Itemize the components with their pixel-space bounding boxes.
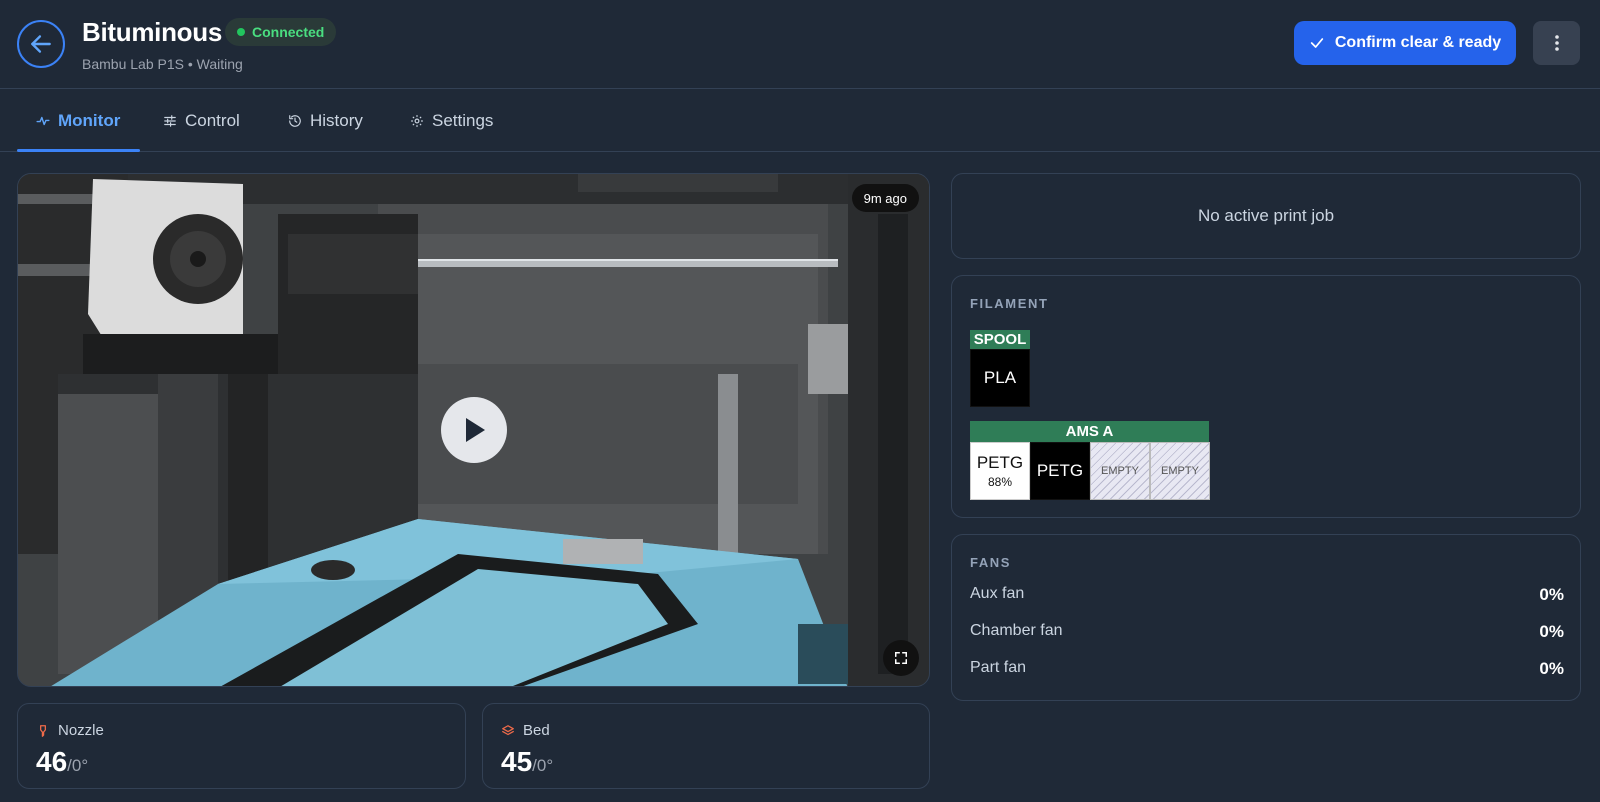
more-vertical-icon: [1554, 35, 1559, 51]
sliders-icon: [164, 114, 176, 127]
fan-label: Aux fan: [970, 585, 1025, 602]
confirm-button-label: Confirm clear & ready: [1334, 34, 1502, 51]
bed-temp-card: Bed 45/0°: [482, 703, 930, 789]
ams-slot-3-material: EMPTY: [1101, 465, 1139, 477]
fan-row-chamber: Chamber fan 0%: [970, 622, 1564, 642]
fans-section-title: FANS: [970, 555, 1012, 570]
ams-slot-2[interactable]: PETG: [1030, 442, 1090, 500]
fullscreen-button[interactable]: [883, 640, 919, 676]
fan-value: 0%: [1539, 659, 1564, 678]
spool-material: PLA: [983, 368, 1017, 387]
status-badge: Connected: [225, 18, 337, 46]
tab-settings[interactable]: Settings: [410, 89, 493, 152]
tab-bar: Monitor Control History Settings: [0, 89, 1600, 152]
nozzle-label-text: Nozzle: [58, 722, 104, 739]
ams-slot-4[interactable]: EMPTY: [1150, 442, 1210, 500]
tab-monitor[interactable]: Monitor: [36, 89, 120, 152]
nozzle-label: Nozzle: [36, 722, 104, 739]
spool-header: SPOOL: [970, 330, 1030, 349]
tab-history-label: History: [310, 110, 363, 130]
nozzle-target: /0°: [67, 756, 89, 775]
play-button[interactable]: [441, 397, 507, 463]
filament-section-title: FILAMENT: [970, 296, 1049, 311]
page-header: Bituminous Connected Bambu Lab P1S • Wai…: [0, 0, 1600, 89]
active-tab-indicator: [17, 149, 140, 152]
ams-header: AMS A: [970, 421, 1209, 442]
bed-temp-value: 45/0°: [501, 746, 553, 778]
bed-label-text: Bed: [523, 722, 550, 739]
bed-current: 45: [501, 746, 533, 777]
confirm-clear-ready-button[interactable]: Confirm clear & ready: [1294, 21, 1516, 65]
nozzle-icon: [40, 724, 46, 737]
fullscreen-icon: [894, 651, 908, 665]
last-updated-badge: 9m ago: [851, 184, 919, 212]
fan-label: Chamber fan: [970, 622, 1063, 639]
tab-control[interactable]: Control: [163, 89, 240, 152]
nozzle-temp-value: 46/0°: [36, 746, 88, 778]
activity-icon: [36, 116, 50, 125]
filament-panel: FILAMENT SPOOL PLA AMS A PETG 88% PETG E…: [951, 275, 1581, 518]
ams-slot-1[interactable]: PETG 88%: [970, 442, 1030, 500]
print-job-panel: No active print job: [951, 173, 1581, 259]
ams-slot-1-material: PETG: [976, 453, 1024, 472]
status-badge-label: Connected: [252, 24, 325, 40]
tab-settings-label: Settings: [432, 110, 494, 130]
more-options-button[interactable]: [1533, 21, 1580, 65]
ams-slot-3[interactable]: EMPTY: [1090, 442, 1150, 500]
play-icon: [466, 418, 485, 442]
camera-feed[interactable]: 9m ago: [17, 173, 930, 687]
page-title: Bituminous: [82, 17, 222, 47]
check-icon: [1310, 38, 1324, 48]
back-button[interactable]: [17, 20, 65, 68]
fan-value: 0%: [1539, 622, 1564, 641]
bed-label: Bed: [501, 722, 550, 739]
bed-layers-icon: [502, 724, 514, 735]
status-dot-icon: [237, 28, 245, 36]
gear-icon: [411, 114, 423, 127]
spool-slot[interactable]: PLA: [970, 349, 1030, 407]
tab-history[interactable]: History: [288, 89, 363, 152]
fans-panel: FANS Aux fan 0% Chamber fan 0% Part fan …: [951, 534, 1581, 701]
fan-value: 0%: [1539, 585, 1564, 604]
nozzle-current: 46: [36, 746, 68, 777]
arrow-left-icon: [31, 35, 51, 53]
fan-row-part: Part fan 0%: [970, 659, 1564, 679]
fan-row-aux: Aux fan 0%: [970, 585, 1564, 605]
printer-subtitle: Bambu Lab P1S • Waiting: [82, 56, 243, 72]
bed-target: /0°: [532, 756, 554, 775]
ams-slot-1-remaining: 88%: [987, 475, 1013, 489]
ams-slot-4-material: EMPTY: [1161, 465, 1199, 477]
ams-slot-2-material: PETG: [1036, 461, 1084, 480]
tab-control-label: Control: [185, 110, 240, 130]
tab-monitor-label: Monitor: [58, 110, 121, 130]
fan-label: Part fan: [970, 659, 1027, 676]
history-icon: [289, 114, 301, 127]
nozzle-temp-card: Nozzle 46/0°: [17, 703, 466, 789]
no-job-text: No active print job: [1197, 206, 1335, 225]
